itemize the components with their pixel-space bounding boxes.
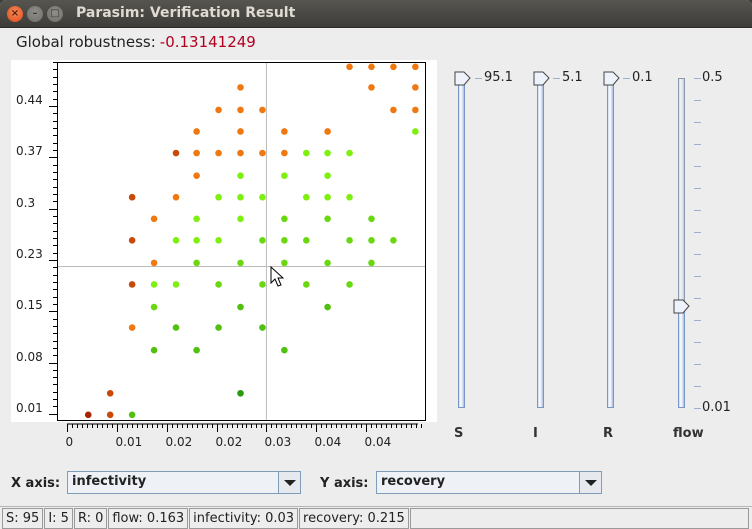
minimize-icon: – bbox=[32, 8, 38, 19]
status-s: S: 95 bbox=[2, 508, 44, 529]
plot-area[interactable] bbox=[57, 62, 426, 421]
slider-flow-tick bbox=[694, 78, 701, 79]
slider-s-thumb[interactable] bbox=[454, 71, 472, 86]
slider-flow-min: 0.01 bbox=[702, 400, 731, 415]
y-tick-label: 0.15 bbox=[16, 297, 43, 312]
robustness-value: -0.13141249 bbox=[159, 33, 256, 51]
x-tick-label: 0.02 bbox=[215, 435, 243, 449]
x-tick-label: 0.04 bbox=[364, 435, 392, 449]
close-button[interactable]: × bbox=[7, 6, 23, 22]
y-axis-select[interactable]: recovery bbox=[376, 471, 602, 494]
y-tick-label: 0.37 bbox=[16, 143, 43, 158]
slider-flow-tick bbox=[694, 342, 701, 343]
slider-flow-tick bbox=[694, 320, 701, 321]
y-tick-label: 0.01 bbox=[16, 400, 43, 415]
status-r: R: 0 bbox=[73, 508, 108, 529]
slider-flow-track-filled[interactable] bbox=[678, 306, 685, 408]
slider-i-thumb[interactable] bbox=[533, 71, 551, 86]
slider-i-value: 5.1 bbox=[562, 70, 583, 85]
y-tick-label: 0.08 bbox=[16, 349, 43, 364]
status-empty bbox=[409, 508, 749, 529]
x-tick-label: 0.01 bbox=[115, 435, 143, 449]
slider-flow-tick bbox=[694, 364, 701, 365]
status-i: I: 5 bbox=[44, 508, 73, 529]
title-bar: × – □ Parasim: Verification Result bbox=[0, 0, 752, 28]
global-robustness: Global robustness: -0.13141249 bbox=[16, 33, 256, 51]
slider-flow-tick bbox=[694, 254, 701, 255]
mouse-cursor-icon bbox=[270, 266, 284, 287]
close-icon: × bbox=[10, 8, 20, 19]
y-tick-label: 0.23 bbox=[16, 246, 43, 261]
slider-i-label: I bbox=[533, 426, 538, 441]
slider-flow-tick bbox=[694, 232, 701, 233]
app-window: × – □ Parasim: Verification Result Globa… bbox=[0, 0, 752, 529]
chevron-down-icon[interactable] bbox=[278, 472, 300, 493]
robustness-label: Global robustness: bbox=[16, 33, 156, 51]
y-axis-value: recovery bbox=[381, 474, 446, 489]
slider-flow-tick bbox=[694, 166, 701, 167]
slider-r-value: 0.1 bbox=[632, 70, 653, 85]
slider-i-tick bbox=[553, 78, 560, 79]
y-tick-label: 0.44 bbox=[16, 92, 43, 107]
maximize-icon: □ bbox=[50, 8, 60, 19]
slider-flow-max: 0.5 bbox=[702, 70, 723, 85]
status-flow: flow: 0.163 bbox=[108, 508, 189, 529]
slider-flow-tick bbox=[694, 386, 701, 387]
slider-flow-tick bbox=[694, 408, 701, 409]
status-infectivity: infectivity: 0.03 bbox=[189, 508, 299, 529]
maximize-button[interactable]: □ bbox=[47, 6, 63, 22]
slider-i-track[interactable] bbox=[537, 80, 544, 408]
slider-s-value: 95.1 bbox=[484, 70, 513, 85]
x-tick-label: 0.04 bbox=[314, 435, 342, 449]
slider-flow-thumb[interactable] bbox=[673, 299, 691, 314]
x-axis-label: X axis: bbox=[11, 476, 61, 491]
status-recovery: recovery: 0.215 bbox=[299, 508, 409, 529]
y-axis-label: Y axis: bbox=[320, 476, 369, 491]
slider-flow-tick bbox=[694, 144, 701, 145]
x-axis-select[interactable]: infectivity bbox=[67, 471, 301, 494]
slider-flow-tick bbox=[694, 188, 701, 189]
slider-s-tick bbox=[475, 78, 482, 79]
slider-flow-tick bbox=[694, 210, 701, 211]
slider-r-track[interactable] bbox=[607, 80, 614, 408]
x-tick-label: 0.02 bbox=[165, 435, 193, 449]
y-tick-label: 0.3 bbox=[16, 195, 36, 210]
chevron-down-icon[interactable] bbox=[579, 472, 601, 493]
slider-flow-tick bbox=[694, 100, 701, 101]
slider-r-tick bbox=[623, 78, 630, 79]
slider-s-track[interactable] bbox=[458, 80, 465, 408]
status-bar: S: 95 I: 5 R: 0 flow: 0.163 infectivity:… bbox=[0, 506, 752, 529]
slider-r-thumb[interactable] bbox=[603, 71, 621, 86]
slider-flow-tick bbox=[694, 122, 701, 123]
slider-s-label: S bbox=[454, 426, 464, 441]
window-title: Parasim: Verification Result bbox=[76, 5, 296, 21]
slider-r-label: R bbox=[603, 426, 614, 441]
x-axis-value: infectivity bbox=[72, 474, 147, 489]
slider-flow-tick bbox=[694, 298, 701, 299]
x-tick-label: 0 bbox=[65, 435, 74, 449]
x-tick-label: 0.03 bbox=[264, 435, 292, 449]
minimize-button[interactable]: – bbox=[27, 6, 43, 22]
slider-flow-label: flow bbox=[673, 426, 704, 441]
slider-flow-tick bbox=[694, 276, 701, 277]
